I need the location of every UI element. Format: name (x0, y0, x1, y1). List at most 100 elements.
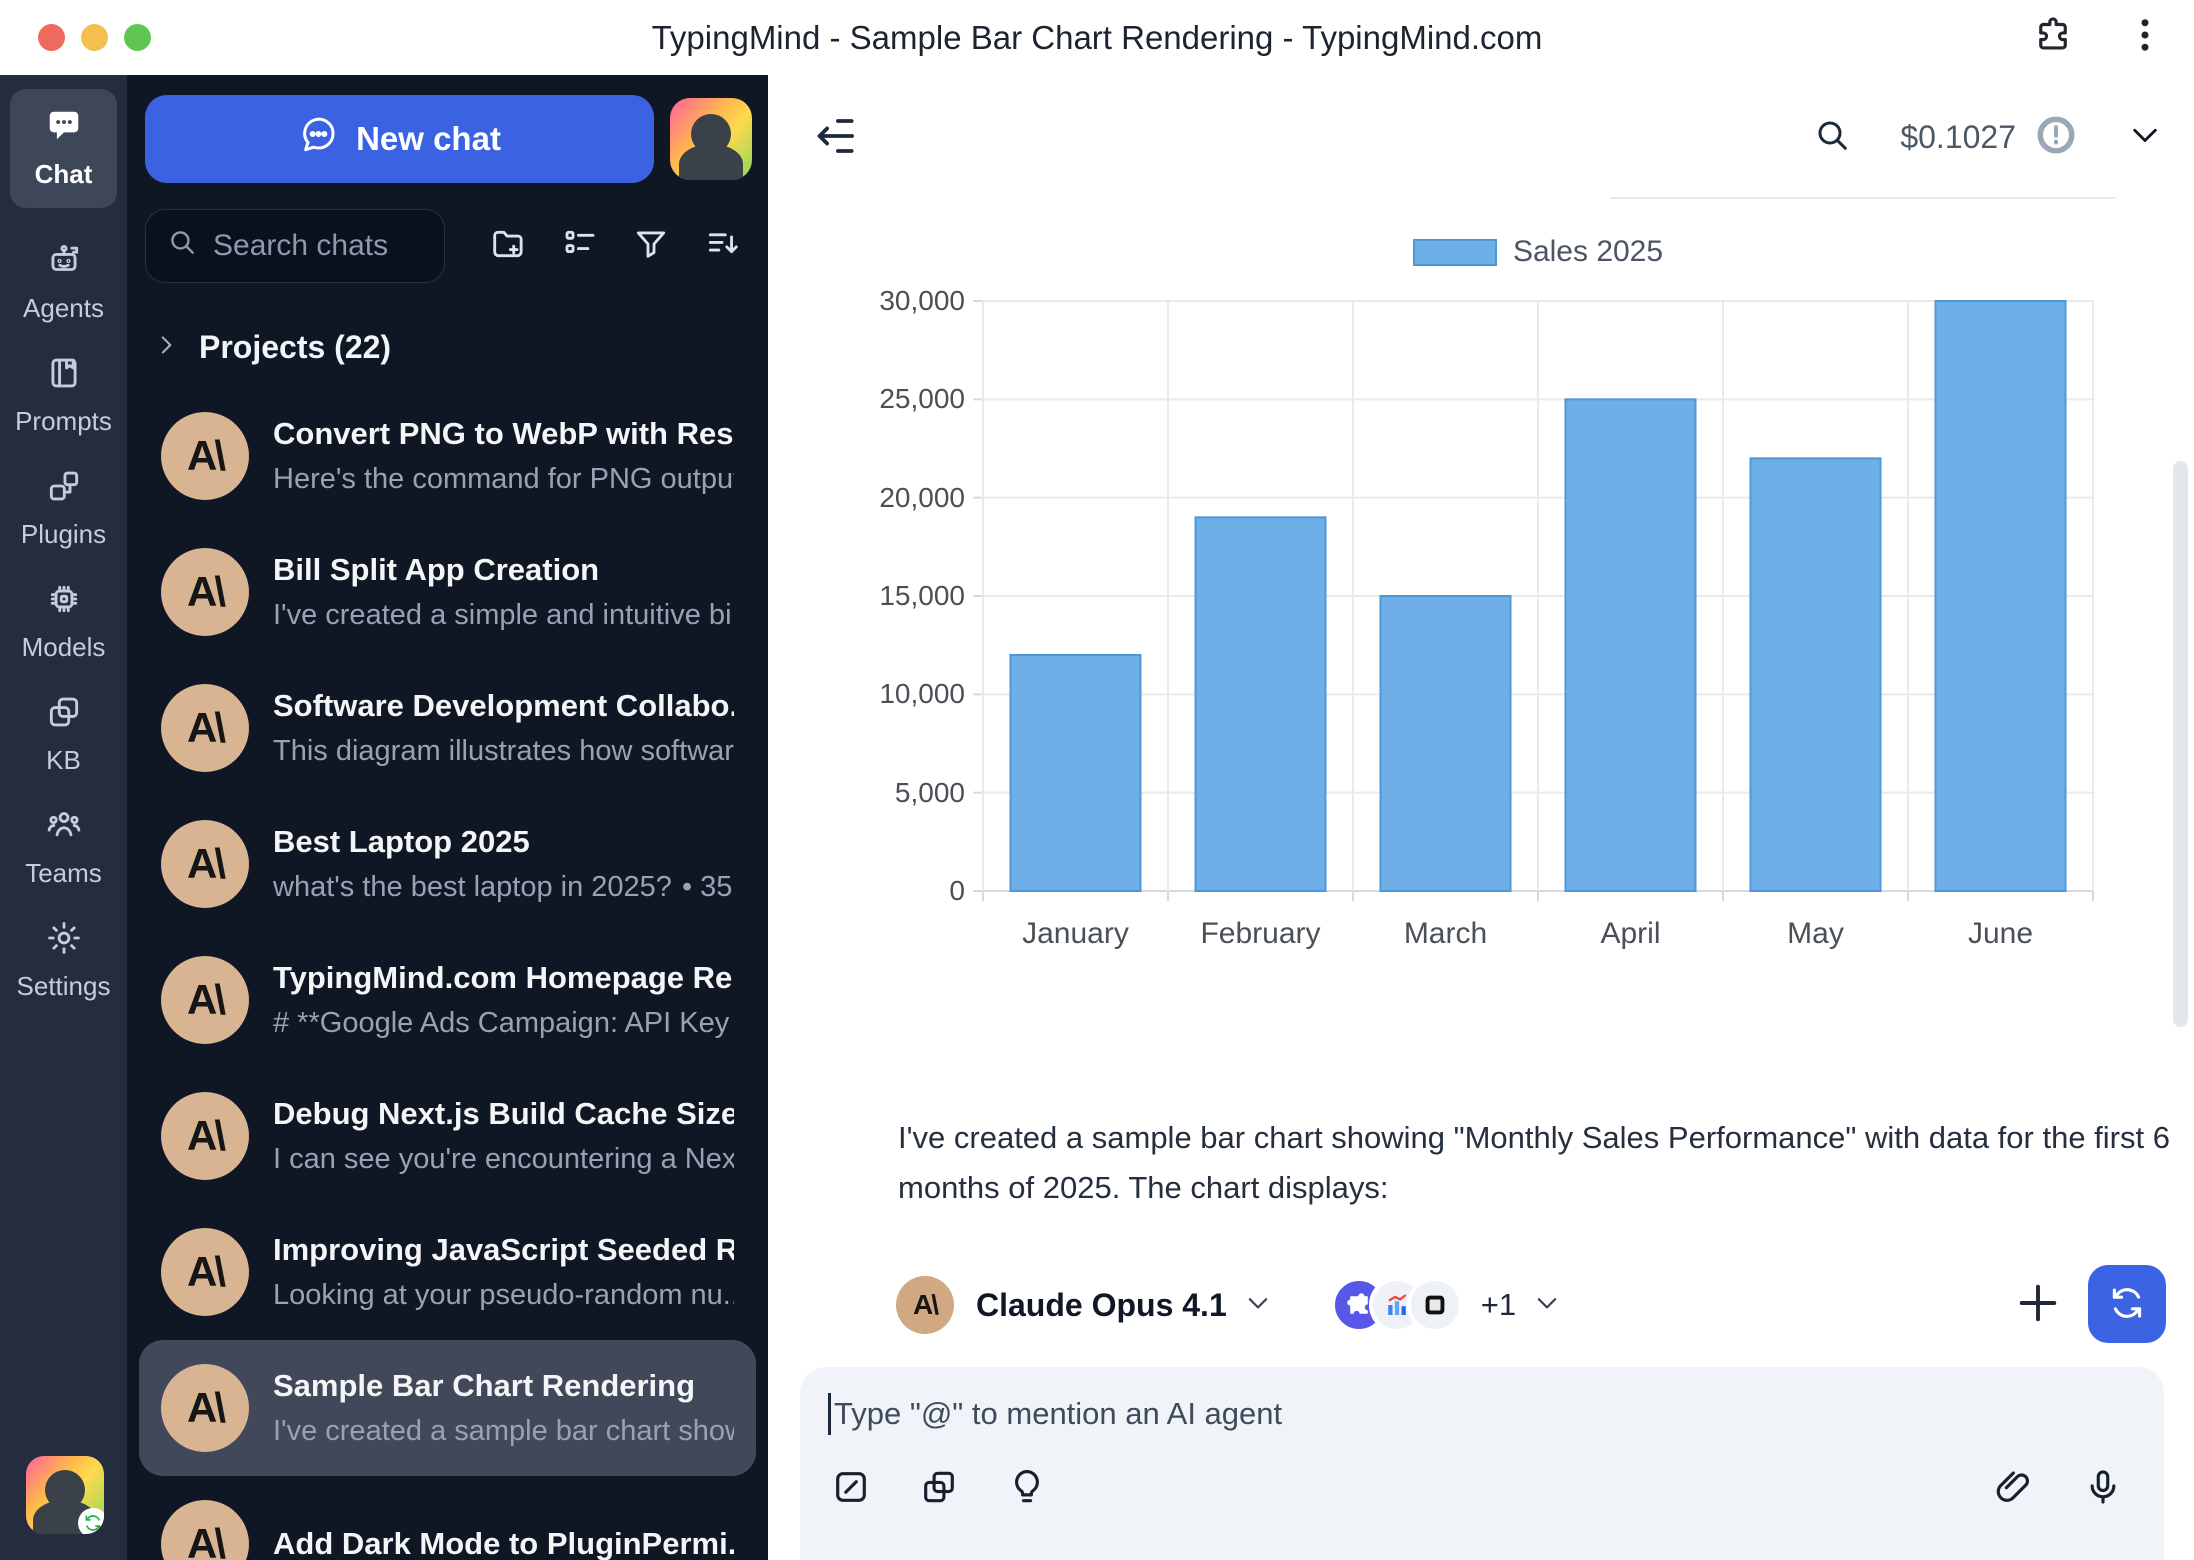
paperclip-icon[interactable] (1992, 1466, 2034, 1513)
search-input[interactable]: Search chats (145, 209, 445, 283)
chat-list-item[interactable]: A\Best Laptop 2025what's the best laptop… (139, 796, 756, 932)
composer-placeholder: Type "@" to mention an AI agent (834, 1396, 1282, 1432)
chat-list-item[interactable]: A\Bill Split App CreationI've created a … (139, 524, 756, 660)
bulk-select-icon[interactable] (561, 225, 599, 268)
new-chat-button[interactable]: New chat (145, 95, 654, 183)
collapse-sidebar-icon[interactable] (810, 111, 860, 161)
chat-title: TypingMind.com Homepage Re... (273, 960, 734, 996)
chat-snippet: Looking at your pseudo-random nu...• 22h (273, 1279, 734, 1312)
refresh-icon (2106, 1282, 2148, 1327)
bar-chart: Sales 2025 05,00010,00015,00020,00025,00… (983, 301, 2093, 891)
chat-list-item[interactable]: A\Convert PNG to WebP with Res...Here's … (139, 388, 756, 524)
teams-icon (45, 806, 83, 849)
chat-list-item[interactable]: A\TypingMind.com Homepage Re...# **Googl… (139, 932, 756, 1068)
search-icon (166, 226, 198, 266)
chart-legend: Sales 2025 (983, 235, 2093, 269)
search-messages-icon[interactable] (1812, 115, 1852, 160)
model-name[interactable]: Claude Opus 4.1 (976, 1287, 1227, 1324)
rail-item-plugins[interactable]: Plugins (0, 452, 127, 565)
assistant-avatar: A\ (161, 1092, 249, 1180)
render-plugin-icon (1407, 1277, 1463, 1333)
y-axis-tick-label: 0 (837, 875, 965, 907)
chat-snippet: # **Google Ads Campaign: API Key U...• 2… (273, 1007, 734, 1040)
prompts-icon (45, 354, 83, 397)
rail-item-chat[interactable]: Chat (10, 89, 117, 208)
composer-actions (1992, 1466, 2124, 1513)
y-axis-tick-label: 5,000 (837, 777, 965, 809)
assistant-avatar: A\ (161, 684, 249, 772)
chat-list-item[interactable]: A\ Software Development Collabo... This di… (139, 660, 756, 796)
kebab-menu-icon[interactable] (2124, 14, 2166, 61)
nav-rail: Chat Agents Prompts Plugins Models KB Teams Set… (0, 75, 127, 1560)
projects-label: Projects (22) (199, 329, 391, 366)
settings-icon (45, 919, 83, 962)
credits-balance[interactable]: $0.1027 (1900, 119, 2016, 156)
header-divider (1610, 197, 2116, 199)
model-selector-row: A\ Claude Opus 4.1 +1 (896, 1267, 1562, 1343)
y-axis-tick-label: 10,000 (837, 678, 965, 710)
close-button[interactable] (38, 24, 65, 51)
rail-item-settings[interactable]: Settings (0, 904, 127, 1017)
chat-title: Convert PNG to WebP with Res... (273, 416, 734, 452)
composer-input[interactable]: Type "@" to mention an AI agent (828, 1393, 2136, 1435)
projects-header[interactable]: Projects (22) (153, 329, 742, 366)
canvas-icon[interactable] (830, 1466, 872, 1513)
extensions-icon[interactable] (2032, 14, 2074, 61)
chat-title: Best Laptop 2025 (273, 824, 734, 860)
rail-item-kb[interactable]: KB (0, 678, 127, 791)
assistant-message: I've created a sample bar chart showing … (898, 1113, 2194, 1213)
chevron-down-icon[interactable] (1243, 1288, 1273, 1323)
main-content: $0.1027 Sales 2025 05,00010,00015,00020,… (768, 75, 2194, 1560)
x-axis-tick-label: January (983, 917, 1168, 951)
minimize-button[interactable] (81, 24, 108, 51)
chat-timestamp: • 35m (682, 871, 734, 903)
chat-title: Add Dark Mode to PluginPermi... (273, 1526, 734, 1560)
rail-item-label: Teams (25, 858, 102, 889)
chat-title: Software Development Collabo... (273, 688, 734, 724)
chat-title: Bill Split App Creation (273, 552, 734, 588)
copy-pages-icon[interactable] (918, 1466, 960, 1513)
lightbulb-icon[interactable] (1006, 1466, 1048, 1513)
chat-list-item[interactable]: A\Debug Next.js Build Cache Size...I can… (139, 1068, 756, 1204)
chat-snippet: I've created a sample bar chart showi...… (273, 1415, 734, 1448)
microphone-icon[interactable] (2082, 1466, 2124, 1513)
filter-icon[interactable] (632, 225, 670, 268)
rail-item-label: Agents (23, 293, 104, 324)
rail-item-prompts[interactable]: Prompts (0, 339, 127, 452)
rail-item-teams[interactable]: Teams (0, 791, 127, 904)
rail-item-label: Plugins (21, 519, 106, 550)
chat-bubble-icon (298, 115, 338, 163)
scrollbar-thumb[interactable] (2173, 461, 2188, 1027)
chat-list-item[interactable]: A\ Add Dark Mode to PluginPermi... (139, 1476, 756, 1560)
assistant-avatar: A\ (161, 1500, 249, 1560)
chat-list-item[interactable]: A\Sample Bar Chart RenderingI've created… (139, 1340, 756, 1476)
chat-list-item[interactable]: A\Improving JavaScript Seeded R...Lookin… (139, 1204, 756, 1340)
chevron-down-icon[interactable] (1532, 1288, 1562, 1323)
chart-plot-area (983, 301, 2093, 891)
sort-icon[interactable] (704, 225, 742, 268)
x-axis-tick-label: February (1168, 917, 1353, 951)
chat-list: A\Convert PNG to WebP with Res...Here's … (127, 388, 768, 1560)
user-avatar[interactable] (26, 1456, 104, 1534)
titlebar: TypingMind - Sample Bar Chart Rendering … (0, 0, 2194, 75)
rail-item-agents[interactable]: Agents (0, 226, 127, 339)
add-attachment-icon[interactable] (2012, 1277, 2068, 1333)
chevron-down-icon[interactable] (2126, 116, 2164, 159)
profile-avatar[interactable] (670, 98, 752, 180)
maximize-button[interactable] (124, 24, 151, 51)
kb-icon (45, 693, 83, 736)
folder-plus-icon[interactable] (489, 225, 527, 268)
rail-item-models[interactable]: Models (0, 565, 127, 678)
chat-snippet: This diagram illustrates how softwar...•… (273, 735, 734, 768)
chat-title: Improving JavaScript Seeded R... (273, 1232, 734, 1268)
models-icon (45, 580, 83, 623)
rail-item-label: Prompts (15, 406, 112, 437)
chat-icon (45, 107, 83, 150)
regenerate-button[interactable] (2088, 1265, 2166, 1343)
x-axis-tick-label: April (1538, 917, 1723, 951)
plugin-cluster[interactable] (1331, 1277, 1463, 1333)
avatar-photo (45, 1470, 85, 1510)
rail-item-label: KB (46, 745, 81, 776)
plugins-overflow-count[interactable]: +1 (1481, 1287, 1516, 1323)
warning-icon[interactable] (2034, 113, 2078, 162)
